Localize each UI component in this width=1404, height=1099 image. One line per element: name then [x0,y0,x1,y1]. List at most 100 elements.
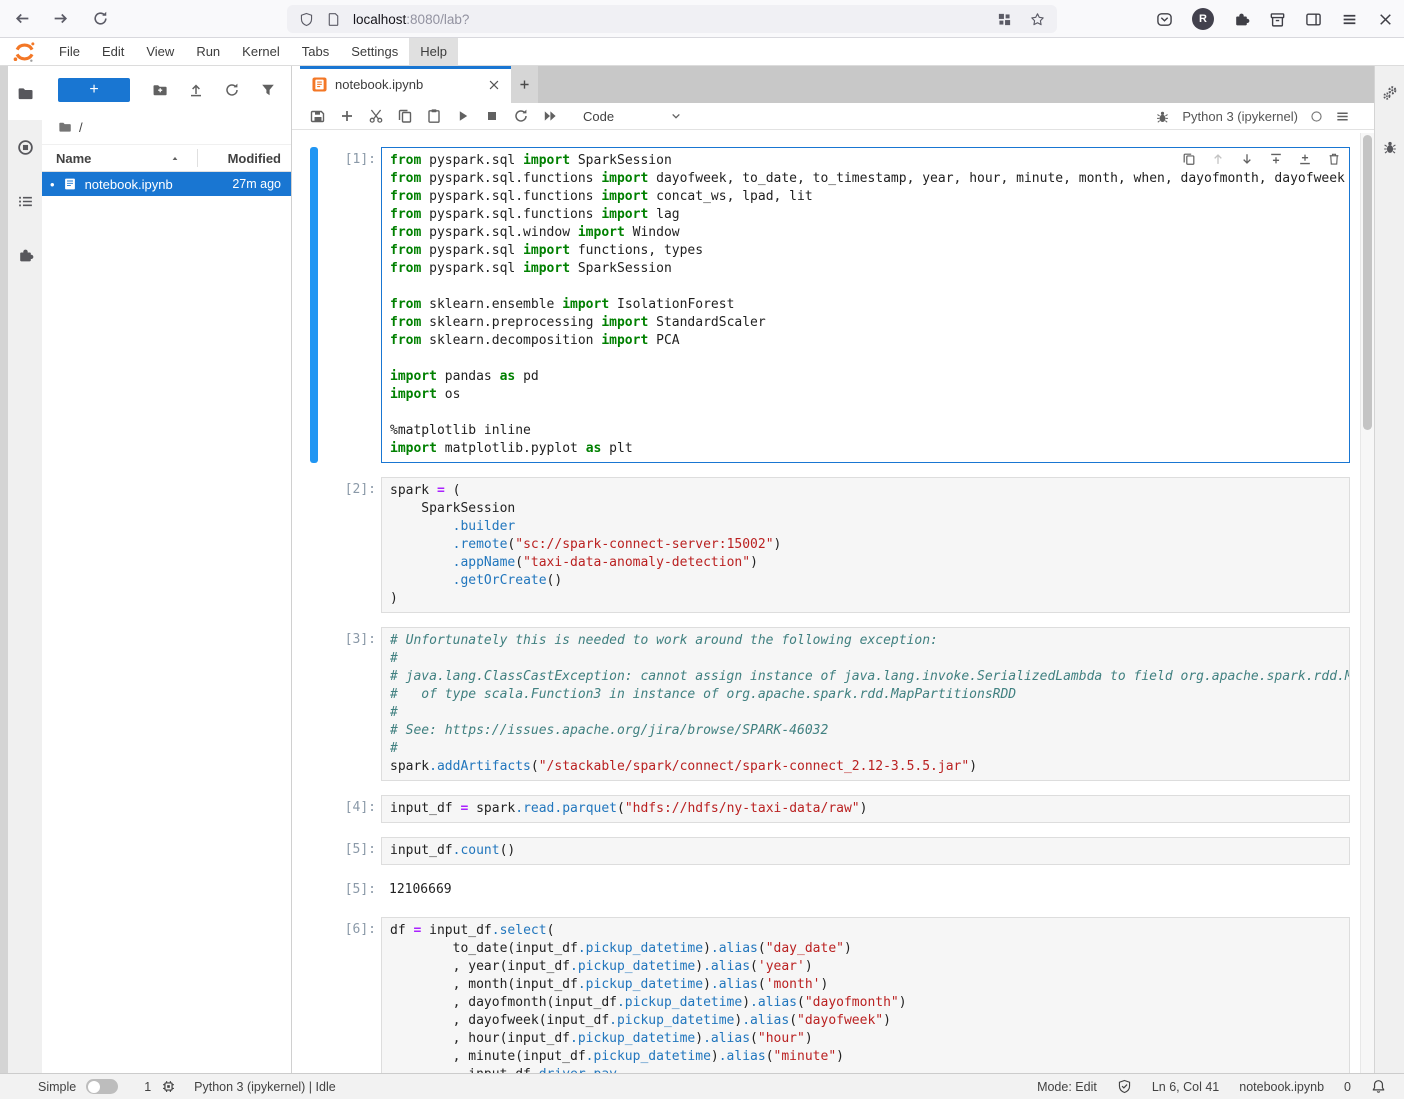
column-modified[interactable]: Modified [228,151,281,166]
code-line: import matplotlib.pyplot as plt [390,440,1341,458]
breadcrumb-root[interactable]: / [79,120,83,135]
trust-shield-icon[interactable] [1117,1079,1132,1094]
bell-icon[interactable] [1371,1079,1386,1094]
tab-close-icon[interactable] [487,78,501,92]
breadcrumb[interactable]: / [42,114,291,140]
move-cell-down-button[interactable] [1240,152,1254,166]
menu-item-view[interactable]: View [135,38,185,65]
kernel-status-icon[interactable] [1310,110,1323,123]
kernel-status-text[interactable]: Python 3 (ipykernel) | Idle [194,1080,336,1094]
tab-property-inspector[interactable] [1375,66,1404,120]
save-button[interactable] [310,108,326,124]
tab-table-of-contents[interactable] [8,174,42,228]
file-row-notebook[interactable]: • notebook.ipynb 27m ago [42,172,291,196]
cell-editor[interactable]: df = input_df.select( to_date(input_df.p… [381,917,1350,1073]
output-collapser[interactable] [310,877,318,903]
insert-cell-above-button[interactable] [1269,152,1283,166]
new-launcher-button[interactable]: + [58,78,130,102]
cell-collapser[interactable] [310,477,318,613]
paste-cells-button[interactable] [426,108,442,124]
tab-extension-manager[interactable] [8,228,42,282]
new-tab-button[interactable] [511,66,538,103]
forward-icon[interactable] [52,10,69,27]
url-text[interactable]: localhost:8080/lab? [353,12,997,27]
menu-item-help[interactable]: Help [409,38,458,65]
copy-cells-button[interactable] [397,108,413,124]
notebook-toolbar-buttons [310,108,571,124]
extensions-puzzle-icon[interactable] [1233,11,1250,28]
tab-running-sessions[interactable] [8,120,42,174]
run-cell-button[interactable] [455,108,471,124]
column-name[interactable]: Name [42,151,91,166]
tab-file-browser[interactable] [8,66,42,120]
cell-collapser[interactable] [310,147,318,463]
cell-output-text: 12106669 [381,877,1350,903]
pocket-icon[interactable] [1156,11,1173,28]
menu-item-tabs[interactable]: Tabs [291,38,340,65]
back-icon[interactable] [14,10,31,27]
cell-collapser[interactable] [310,795,318,823]
delete-cell-button[interactable] [1327,152,1341,166]
cell-editor[interactable]: from pyspark.sql import SparkSessionfrom… [381,147,1350,463]
mode-indicator[interactable]: Mode: Edit [1037,1080,1097,1094]
bookmark-star-icon[interactable] [1030,12,1045,27]
folder-icon[interactable] [58,120,72,134]
notebook-file-icon [63,177,77,191]
upload-icon[interactable] [188,82,204,98]
new-folder-icon[interactable] [152,82,168,98]
kernel-name[interactable]: Python 3 (ipykernel) [1182,109,1298,124]
menu-item-edit[interactable]: Edit [91,38,135,65]
cell-collapser[interactable] [310,917,318,1073]
archive-icon[interactable] [1269,11,1286,28]
insert-cell-below-button[interactable] [1298,152,1312,166]
menu-item-settings[interactable]: Settings [340,38,409,65]
kernel-chip-icon[interactable] [161,1079,176,1094]
cell-editor[interactable]: input_df.count() [381,837,1350,865]
main-area: + / Name Modified • notebook.ipynb 27m a… [0,66,1404,1073]
shield-icon[interactable] [299,12,314,27]
tab-notebook[interactable]: notebook.ipynb [300,66,511,103]
menu-item-file[interactable]: File [48,38,91,65]
code-line: spark = ( [390,482,1341,500]
tab-debugger[interactable] [1375,120,1404,174]
filter-icon[interactable] [260,82,276,98]
cell-collapser[interactable] [310,837,318,865]
url-bar[interactable]: localhost:8080/lab? [287,5,1057,33]
notifications-count[interactable]: 0 [1344,1080,1351,1094]
insert-cell-button[interactable] [339,108,355,124]
cut-cells-button[interactable] [368,108,384,124]
code-line: # See: https://issues.apache.org/jira/br… [390,722,1341,740]
file-list-header: Name Modified [42,144,291,172]
menu-item-kernel[interactable]: Kernel [231,38,291,65]
menu-item-run[interactable]: Run [185,38,231,65]
reload-icon[interactable] [92,10,109,27]
restart-kernel-button[interactable] [513,108,529,124]
cell-editor[interactable]: # Unfortunately this is needed to work a… [381,627,1350,781]
kernel-menu-icon[interactable] [1335,109,1350,124]
code-line: from pyspark.sql.functions import concat… [390,188,1341,206]
running-icon [17,139,34,156]
tab-label[interactable]: notebook.ipynb [335,77,487,92]
scrollbar-thumb[interactable] [1363,135,1372,430]
page-icon[interactable] [326,12,341,27]
terminals-count[interactable]: 1 [144,1080,151,1094]
cell-editor[interactable]: input_df = spark.read.parquet("hdfs://hd… [381,795,1350,823]
debugger-bug-icon[interactable] [1155,109,1170,124]
cell-editor[interactable]: spark = ( SparkSession .builder .remote(… [381,477,1350,613]
simple-mode-toggle[interactable] [86,1079,118,1094]
cell-collapser[interactable] [310,627,318,781]
hamburger-menu-icon[interactable] [1341,11,1358,28]
restart-run-all-button[interactable] [542,108,558,124]
close-window-icon[interactable] [1377,11,1394,28]
cursor-position[interactable]: Ln 6, Col 41 [1152,1080,1219,1094]
duplicate-cell-button[interactable] [1182,152,1196,166]
sidebar-icon[interactable] [1305,11,1322,28]
containers-icon[interactable] [997,12,1012,27]
notebook-scrollbar[interactable] [1360,133,1374,1073]
refresh-icon[interactable] [224,82,240,98]
profile-avatar[interactable]: R [1192,8,1214,30]
interrupt-kernel-button[interactable] [484,108,500,124]
cell-type-dropdown[interactable]: Code [583,109,683,124]
notebook-scroll-area[interactable]: [1]:from pyspark.sql import SparkSession… [292,130,1374,1073]
running-dot: • [50,177,55,192]
